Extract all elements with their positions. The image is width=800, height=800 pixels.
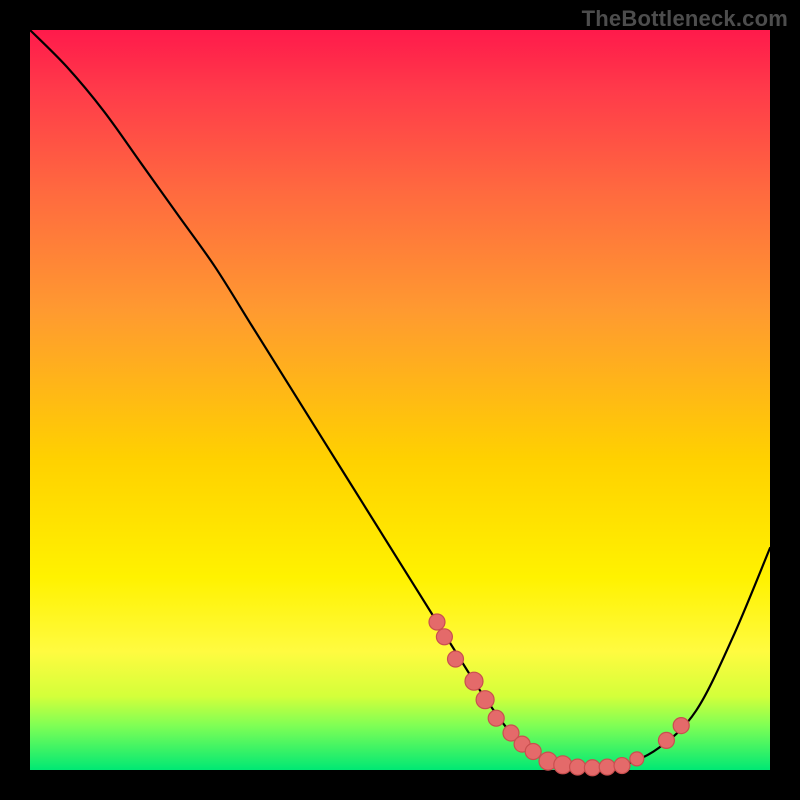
- data-marker: [488, 710, 504, 726]
- data-marker: [554, 756, 572, 774]
- chart-frame: TheBottleneck.com: [0, 0, 800, 800]
- data-marker: [429, 614, 445, 630]
- marker-group: [429, 614, 689, 776]
- plot-area: [30, 30, 770, 770]
- data-marker: [476, 691, 494, 709]
- data-marker: [630, 752, 644, 766]
- data-marker: [570, 759, 586, 775]
- data-marker: [465, 672, 483, 690]
- data-marker: [673, 718, 689, 734]
- data-marker: [448, 651, 464, 667]
- curve-layer: [30, 30, 770, 770]
- data-marker: [525, 744, 541, 760]
- watermark-text: TheBottleneck.com: [582, 6, 788, 32]
- data-marker: [584, 760, 600, 776]
- data-marker: [614, 758, 630, 774]
- bottleneck-curve: [30, 30, 770, 768]
- data-marker: [658, 732, 674, 748]
- data-marker: [599, 759, 615, 775]
- data-marker: [436, 629, 452, 645]
